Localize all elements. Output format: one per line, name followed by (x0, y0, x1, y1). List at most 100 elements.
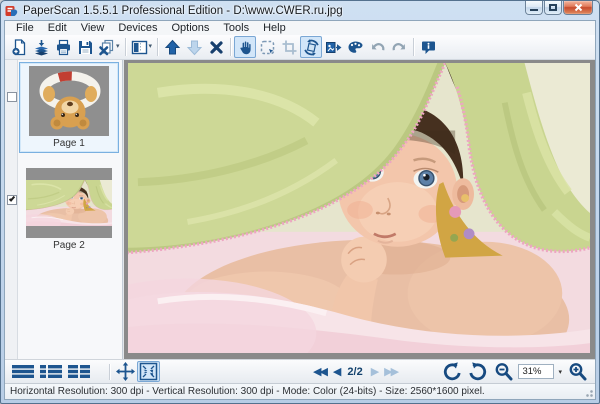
page1-thumbnail-image (29, 66, 109, 136)
view-mode-list1-button[interactable] (9, 361, 37, 382)
page2-thumbnail-image (26, 168, 112, 238)
previous-page-button[interactable]: ◀ (331, 362, 341, 382)
dropdown-caret-icon: ▾ (116, 43, 120, 51)
zoom-in-button[interactable] (566, 361, 590, 382)
pan-view-button[interactable] (114, 361, 137, 382)
rotate-cw-icon (468, 362, 488, 382)
page2-checkbox[interactable] (7, 195, 17, 205)
acquire-page-icon (11, 39, 28, 56)
undo-icon (369, 39, 386, 56)
zoom-level-combobox[interactable]: 31% (518, 364, 554, 379)
first-page-button[interactable]: ◀◀ (311, 362, 328, 382)
menu-item-tools[interactable]: Tools (216, 21, 256, 35)
status-text: Horizontal Resolution: 300 dpi - Vertica… (5, 386, 485, 397)
import-button[interactable] (30, 36, 52, 58)
menu-item-help[interactable]: Help (256, 21, 293, 35)
delete-button[interactable] (205, 36, 227, 58)
import-icon (33, 39, 50, 56)
rotate-cw-button[interactable] (466, 361, 490, 382)
page1-checkbox[interactable] (7, 92, 17, 102)
title-bar[interactable]: PaperScan 1.5.5.1 Professional Edition -… (5, 2, 595, 20)
window-title: PaperScan 1.5.5.1 Professional Edition -… (23, 5, 343, 17)
zoom-rotate-controls: 31% ▾ (440, 360, 590, 383)
maximize-button[interactable] (544, 1, 562, 15)
rotate-ccw-icon (442, 362, 462, 382)
zoom-out-icon (494, 362, 514, 382)
palette-icon (347, 39, 364, 56)
pan-tool-button[interactable] (234, 36, 256, 58)
delete-pages-button[interactable]: ▾ (96, 36, 122, 58)
panel-layout-icon (131, 39, 148, 56)
undo-button[interactable] (366, 36, 388, 58)
view-toolbar: ◀◀ ◀ 2/2 ▶ ▶▶ (5, 359, 595, 383)
image-transfer-button[interactable] (322, 36, 344, 58)
list-view-icon (39, 364, 63, 379)
app-logo-icon (5, 4, 19, 18)
toolbar-separator (230, 38, 231, 56)
rotate-icon (303, 39, 320, 56)
resize-grip[interactable] (584, 388, 593, 397)
menu-item-devices[interactable]: Devices (111, 21, 164, 35)
crop-tool-button[interactable] (278, 36, 300, 58)
zoom-out-button[interactable] (492, 361, 516, 382)
scanned-image[interactable] (128, 63, 590, 353)
move-page-up-button[interactable] (161, 36, 183, 58)
dropdown-caret-icon: ▾ (149, 43, 153, 51)
annotation-info-button[interactable] (417, 36, 439, 58)
panel-layout-button[interactable]: ▾ (129, 36, 155, 58)
color-adjust-button[interactable] (344, 36, 366, 58)
redo-button[interactable] (388, 36, 410, 58)
zoom-dropdown-caret-icon[interactable]: ▾ (558, 368, 562, 376)
select-tool-button[interactable] (256, 36, 278, 58)
close-button[interactable] (563, 1, 593, 15)
main-toolbar: ▾ ▾ (5, 35, 595, 60)
last-page-button[interactable]: ▶▶ (382, 362, 399, 382)
list-view-icon (11, 364, 35, 379)
view-mode-list2-button[interactable] (37, 361, 65, 382)
teddy-bear-image (29, 66, 109, 136)
zoom-in-icon (568, 362, 588, 382)
page-indicator: 2/2 (347, 366, 362, 378)
page1-thumbnail[interactable]: Page 1 (19, 62, 119, 153)
crop-icon (281, 39, 298, 56)
minimize-icon (530, 9, 538, 11)
rotate-ccw-button[interactable] (440, 361, 464, 382)
menu-item-view[interactable]: View (74, 21, 112, 35)
checkmark-icon (9, 195, 15, 201)
acquire-page-button[interactable] (8, 36, 30, 58)
toolbar-separator (125, 38, 126, 56)
page2-label: Page 2 (20, 238, 118, 254)
menu-item-options[interactable]: Options (164, 21, 216, 35)
save-icon (77, 39, 94, 56)
move-page-down-button[interactable] (183, 36, 205, 58)
page1-label: Page 1 (20, 136, 118, 152)
move-down-icon (186, 39, 203, 56)
pan-arrows-icon (116, 362, 135, 381)
fit-page-icon (139, 362, 158, 381)
print-button[interactable] (52, 36, 74, 58)
image-viewer[interactable] (123, 60, 595, 359)
toolbar-separator (157, 38, 158, 56)
status-bar: Horizontal Resolution: 300 dpi - Vertica… (5, 383, 595, 399)
list-view-icon (67, 364, 91, 379)
view-mode-list3-button[interactable] (65, 361, 93, 382)
maximize-icon (549, 4, 557, 11)
image-transfer-icon (325, 39, 342, 56)
redo-icon (391, 39, 408, 56)
next-page-button[interactable]: ▶ (369, 362, 379, 382)
rotate-tool-button[interactable] (300, 36, 322, 58)
save-button[interactable] (74, 36, 96, 58)
toolbar-separator (109, 364, 110, 380)
menu-item-file[interactable]: File (9, 21, 41, 35)
menu-bar: File Edit View Devices Options Tools Hel… (5, 21, 595, 35)
menu-item-edit[interactable]: Edit (41, 21, 74, 35)
thumbnail-panel: Page 1 Page 2 (5, 60, 123, 359)
print-icon (55, 39, 72, 56)
baby-photo-thumb (26, 180, 112, 226)
toolbar-separator (413, 38, 414, 56)
page2-thumbnail[interactable]: Page 2 (19, 153, 119, 255)
minimize-button[interactable] (525, 1, 543, 15)
best-fit-button[interactable] (137, 361, 160, 382)
info-bubble-icon (420, 39, 437, 56)
delete-pages-icon (98, 39, 115, 56)
